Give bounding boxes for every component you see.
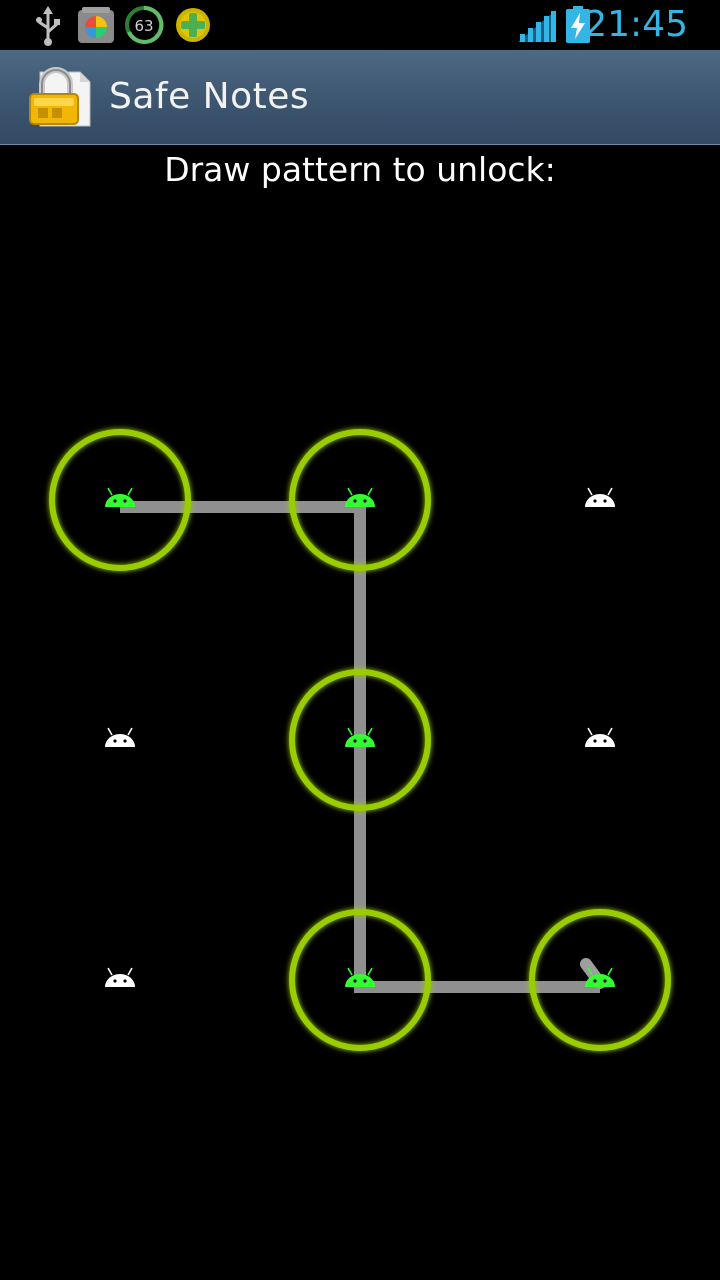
game-plus-icon: [173, 5, 213, 49]
pattern-dot-r2c3-android-head-icon[interactable]: [585, 727, 615, 747]
action-bar: Safe Notes: [0, 50, 720, 145]
pattern-canvas[interactable]: [0, 380, 720, 1100]
pattern-dot-r1c2-android-head-icon[interactable]: [345, 487, 375, 507]
status-clock: 21:45: [584, 4, 688, 45]
cell-signal-icon: [518, 10, 558, 46]
pattern-dot-r1c1-android-head-icon[interactable]: [105, 487, 135, 507]
app-notification-icon: [76, 5, 116, 49]
pattern-dot-r1c3-android-head-icon[interactable]: [585, 487, 615, 507]
status-bar: 63 21:45: [0, 0, 720, 50]
battery-63-circle-icon: 63: [124, 5, 164, 49]
pattern-lock-pad[interactable]: [0, 380, 720, 1100]
pattern-dot-r2c1-android-head-icon[interactable]: [105, 727, 135, 747]
lock-note-icon[interactable]: [26, 66, 92, 134]
notification-badge-text: 63: [134, 17, 153, 35]
pattern-dot-r3c1-android-head-icon[interactable]: [105, 967, 135, 987]
unlock-prompt: Draw pattern to unlock:: [164, 150, 556, 189]
app-title: Safe Notes: [109, 76, 310, 117]
usb-icon: [33, 6, 63, 50]
